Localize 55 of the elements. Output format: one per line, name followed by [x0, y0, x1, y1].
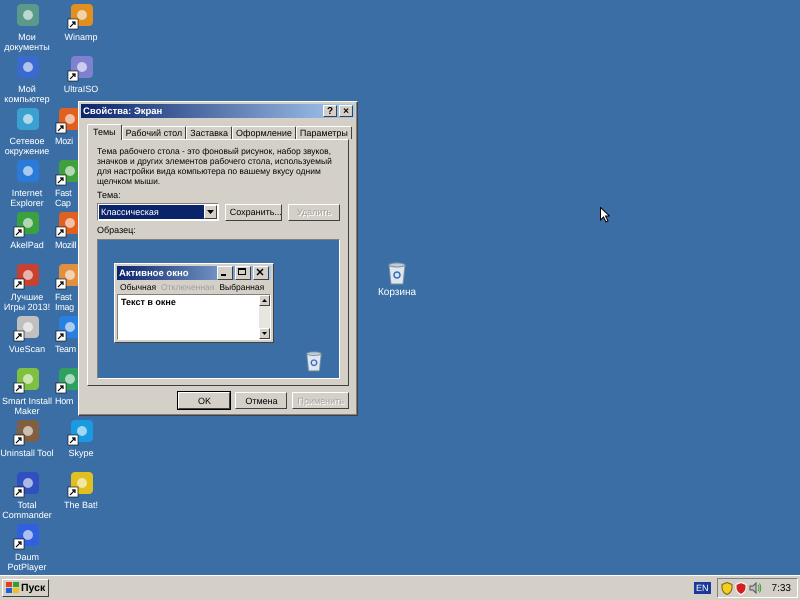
desktop-icon-label[interactable]: Сетевое окружение [0, 136, 54, 156]
desktop-icon-label[interactable]: VueScan [0, 344, 54, 354]
field-label: Тема: [97, 190, 122, 200]
maximize-icon [235, 266, 251, 280]
window-title: Активное окно [119, 268, 189, 278]
tab[interactable]: Темы [87, 124, 122, 140]
desktop-icon-label[interactable]: AkelPad [0, 240, 54, 250]
desktop-icon-label[interactable]: Winamp [54, 32, 108, 42]
desktop-icon-label[interactable]: Mozi [55, 136, 75, 146]
help-button[interactable]: ? [323, 105, 337, 117]
tab[interactable]: Оформление [232, 126, 296, 139]
shield-icon[interactable] [720, 582, 733, 594]
scroll-up-icon [259, 295, 270, 306]
tab[interactable]: Заставка [186, 126, 232, 139]
save-button[interactable]: Сохранить... [224, 204, 282, 220]
field-label: Образец: [97, 225, 137, 235]
desktop-icon-label[interactable]: Hom [55, 396, 75, 406]
desktop-icon-label[interactable]: Лучшие Игры 2013! [0, 292, 54, 312]
desktop-icon-label[interactable]: Мои документы [0, 32, 54, 52]
desktop-icon-label[interactable]: Uninstall Tool [0, 448, 54, 458]
desktop-icon-label[interactable]: Total Commander [0, 500, 54, 520]
recycle-bin-icon [305, 351, 323, 372]
desktop-icon-label[interactable]: Мой компьютер [0, 84, 54, 104]
close-button[interactable]: × [339, 105, 353, 117]
desktop-icon-label[interactable]: Team [55, 344, 75, 354]
clock[interactable]: 7:33 [772, 582, 791, 594]
desktop-icon-label[interactable]: Fast Imag [55, 292, 75, 312]
tab[interactable]: Рабочий стол [122, 126, 186, 139]
window-title: Свойства: Экран [83, 106, 162, 116]
recycle-bin-icon [387, 262, 407, 285]
windows-logo-icon [6, 582, 19, 594]
language-indicator[interactable]: EN [694, 582, 711, 594]
dropdown-button[interactable] [204, 205, 217, 219]
desktop-icon-label[interactable]: Skype [54, 448, 108, 458]
desktop-icon-label[interactable]: Fast Cap [55, 188, 75, 208]
desktop-icon-label[interactable]: Smart Install Maker [0, 396, 54, 416]
dialog-button[interactable]: Отмена [235, 392, 288, 409]
description-text: Тема рабочего стола - это фоновый рисунок, набор звуков, значков и других элементов рабочего стола, используемый для настройки вида компьютера по вашему вкусу одним щелчком мыши. [97, 146, 333, 186]
tab[interactable]: Параметры [296, 126, 352, 139]
scroll-down-icon [259, 328, 270, 339]
desktop-icon-label[interactable]: The Bat! [54, 500, 108, 510]
close-icon [253, 266, 269, 280]
theme-dropdown[interactable]: Классическая [97, 203, 219, 221]
caret-icon [206, 210, 214, 214]
desktop-icon-label[interactable]: Daum PotPlayer [0, 552, 54, 572]
start-button[interactable]: Пуск [2, 579, 50, 597]
desktop-icon-label[interactable]: Корзина [378, 287, 416, 298]
mouse-cursor-icon [600, 207, 610, 223]
text-area: Текст в окне [117, 294, 271, 340]
minimize-icon [217, 266, 233, 280]
desktop-icon-label[interactable]: Internet Explorer [0, 188, 54, 208]
dialog-button[interactable]: OK [178, 392, 230, 409]
desktop-icon-label[interactable]: UltraISO [54, 84, 108, 94]
desktop-icon-label[interactable]: Mozill [55, 240, 75, 250]
speaker-icon[interactable] [748, 582, 762, 594]
